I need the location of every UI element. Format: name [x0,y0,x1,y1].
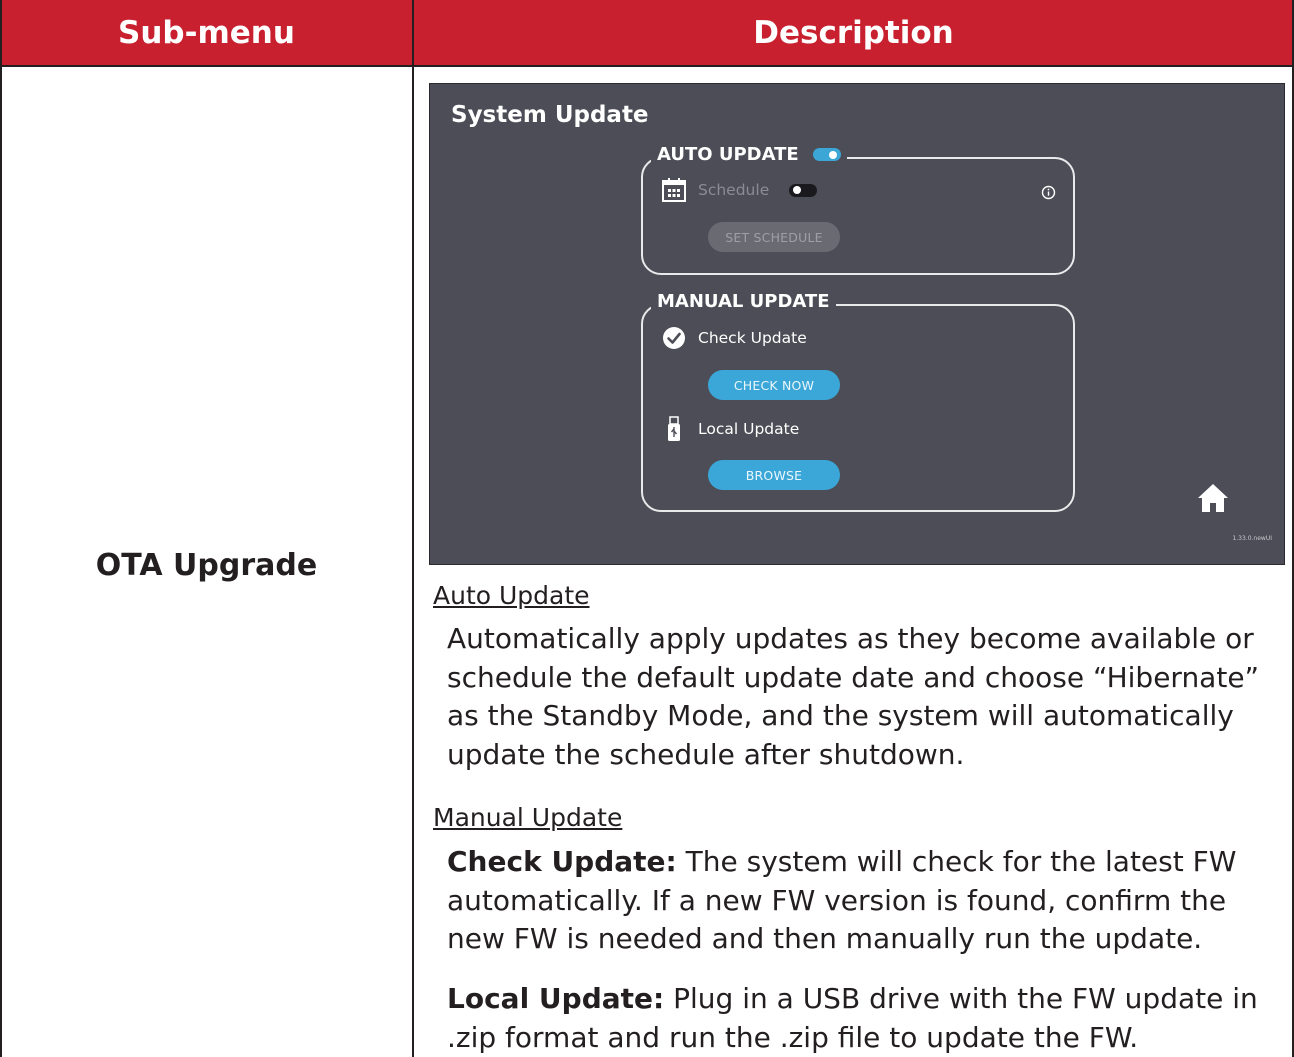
auto-update-legend: AUTO UPDATE [651,144,847,165]
auto-update-label: AUTO UPDATE [657,144,799,165]
submenu-ota-upgrade: OTA Upgrade [95,548,318,583]
header-divider [0,65,1294,67]
header-description: Description [413,0,1294,65]
auto-update-group: AUTO UPDATE Schedule SET SCHEDULE [641,144,1075,275]
check-update-label: Check Update [698,329,807,347]
schedule-row: Schedule [660,177,818,203]
set-schedule-button[interactable]: SET SCHEDULE [708,222,840,252]
check-update-description: Check Update: The system will check for … [447,843,1287,959]
table-border-left [0,0,2,1057]
local-update-description: Local Update: Plug in a USB drive with t… [447,980,1287,1057]
manual-update-legend: MANUAL UPDATE [651,291,836,312]
manual-update-group: MANUAL UPDATE Check Update CHECK NOW Loc… [641,291,1075,512]
schedule-label: Schedule [698,181,770,199]
manual-update-label: MANUAL UPDATE [657,291,830,312]
auto-update-heading: Auto Update [433,581,590,610]
screen-title: System Update [451,102,649,128]
check-circle-icon [660,326,688,350]
table-border-right [1292,0,1294,1057]
column-divider [412,0,414,1057]
system-update-screenshot: System Update AUTO UPDATE Schedule SET S… [429,83,1285,565]
header-submenu: Sub-menu [0,0,413,65]
submenu-table: Sub-menu Description OTA Upgrade System … [0,0,1294,1057]
local-update-label: Local Update [698,420,800,438]
check-now-button[interactable]: CHECK NOW [708,370,840,400]
usb-drive-icon [660,416,688,442]
check-update-row: Check Update [660,326,807,350]
calendar-icon [660,177,688,203]
schedule-toggle[interactable] [789,183,818,197]
check-update-term: Check Update: [447,845,677,878]
local-update-term: Local Update: [447,982,665,1015]
version-label: 1.33.0.newUI [1232,535,1272,542]
browse-button[interactable]: BROWSE [708,460,840,490]
auto-update-toggle[interactable] [812,148,841,161]
local-update-row: Local Update [660,416,799,442]
home-icon[interactable] [1196,482,1230,518]
info-icon[interactable] [1041,185,1056,204]
manual-update-heading: Manual Update [433,803,623,832]
auto-update-description: Automatically apply updates as they beco… [447,622,1260,771]
